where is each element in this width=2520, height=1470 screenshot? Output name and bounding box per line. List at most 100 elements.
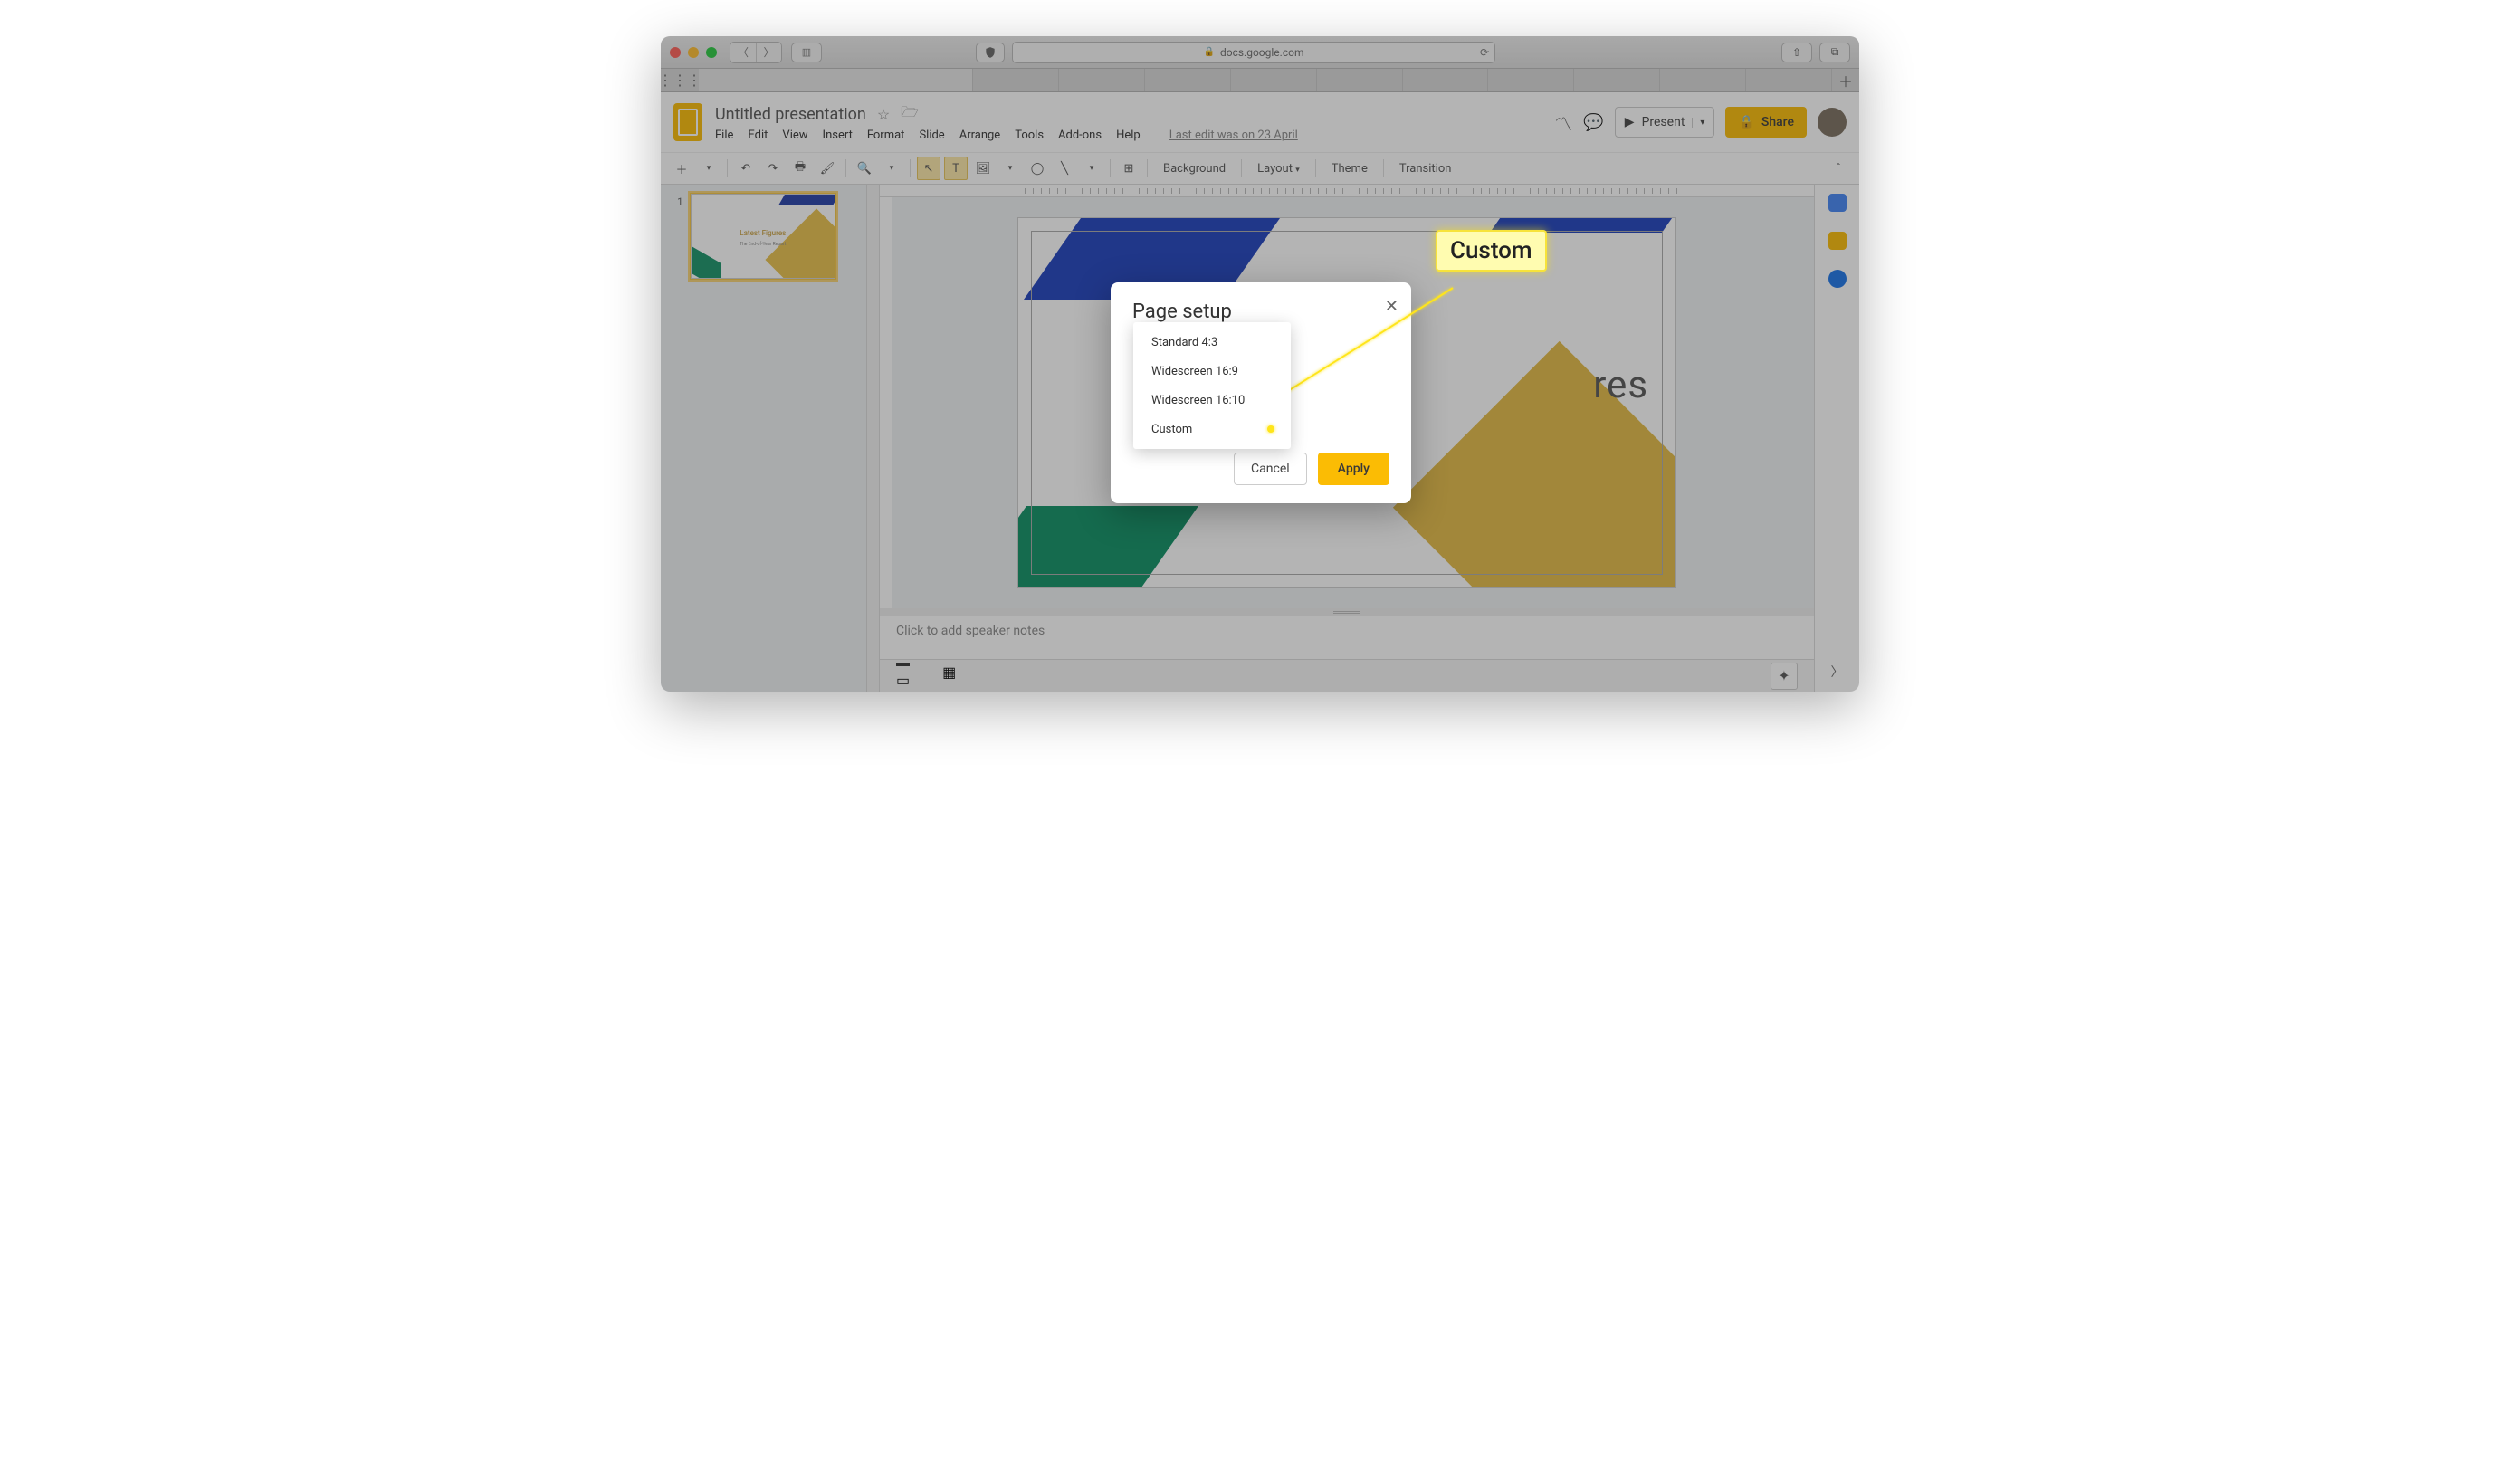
tasks-icon[interactable] [1828,270,1847,288]
toolbar: ＋ ▾ ↶ ↷ 🖶 🖌 🔍 ▾ ↖ T 🖼 ▾ ◯ ╲ ▾ ⊞ Backgrou… [661,152,1859,185]
window-controls [670,47,717,58]
speaker-notes[interactable]: Click to add speaker notes [880,616,1814,659]
browser-tab[interactable] [1488,69,1574,91]
star-icon[interactable]: ☆ [877,106,890,123]
line-tool[interactable]: ╲ [1053,157,1076,180]
browser-tab[interactable] [1403,69,1489,91]
annotation-callout: Custom [1436,230,1547,272]
back-button[interactable]: 〈 [730,43,756,62]
slide-thumbnail[interactable]: Latest Figures The End-of-Year Report [691,194,835,279]
background-button[interactable]: Background [1154,162,1235,176]
undo-button[interactable]: ↶ [734,157,758,180]
keep-icon[interactable] [1828,232,1847,250]
select-tool[interactable]: ↖ [917,157,940,180]
option-widescreen-16-9[interactable]: Widescreen 16:9 [1133,357,1291,386]
thumb-subtitle: The End-of-Year Report [692,242,835,247]
slide-thumb-row[interactable]: 1 Latest Figures The End-of-Year Report [677,194,866,279]
new-tab-button[interactable]: ＋ [1832,69,1859,91]
activity-icon[interactable]: 〽 [1554,110,1572,136]
document-title[interactable]: Untitled presentation [715,105,866,124]
separator [845,159,846,177]
close-icon[interactable]: ✕ [1385,297,1398,316]
grid-view-button[interactable]: ▦ [942,663,956,689]
option-label: Widescreen 16:9 [1151,365,1238,378]
browser-tab[interactable] [973,69,1059,91]
image-menu-icon[interactable]: ▾ [998,157,1022,180]
browser-tab[interactable] [1145,69,1231,91]
filmstrip-view-button[interactable]: ▭ [896,663,910,689]
account-avatar[interactable] [1818,108,1847,137]
vertical-ruler [880,197,892,608]
browser-tab[interactable] [1231,69,1317,91]
menu-file[interactable]: File [715,129,733,142]
shape-tool[interactable]: ◯ [1026,157,1049,180]
collapse-toolbar-icon[interactable]: ˆ [1827,157,1850,180]
reload-icon[interactable]: ⟳ [1480,46,1489,59]
image-tool[interactable]: 🖼 [971,157,995,180]
add-comment-button[interactable]: ⊞ [1117,157,1141,180]
explore-button[interactable]: ✦ [1771,663,1798,690]
layout-button[interactable]: Layout ▾ [1248,162,1309,176]
forward-button[interactable]: 〉 [756,43,781,62]
browser-tab[interactable] [1059,69,1145,91]
last-edit-link[interactable]: Last edit was on 23 April [1169,129,1298,142]
browser-tab-active[interactable] [699,69,973,91]
browser-tab[interactable] [1660,69,1746,91]
nav-arrows: 〈 〉 [730,42,782,63]
separator [727,159,728,177]
side-panel-toggle[interactable]: 〉 [1831,663,1844,681]
thumb-title: Latest Figures [692,229,835,237]
privacy-report-button[interactable] [976,43,1005,62]
menu-view[interactable]: View [782,129,807,142]
zoom-menu-icon[interactable]: ▾ [880,157,903,180]
tabs-overview-button[interactable]: ⧉ [1819,43,1850,62]
minimize-window-icon[interactable] [688,47,699,58]
browser-tab[interactable] [1746,69,1832,91]
new-slide-button[interactable]: ＋ [670,157,693,180]
print-button[interactable]: 🖶 [788,157,812,180]
apply-button[interactable]: Apply [1318,453,1389,485]
menu-format[interactable]: Format [867,129,905,142]
theme-button[interactable]: Theme [1322,162,1377,176]
option-custom[interactable]: Custom [1133,415,1291,444]
menu-insert[interactable]: Insert [823,129,853,142]
browser-tab[interactable] [1574,69,1660,91]
slides-logo-icon[interactable] [673,103,702,141]
zoom-button[interactable]: 🔍 [853,157,876,180]
maximize-window-icon[interactable] [706,47,717,58]
menu-help[interactable]: Help [1116,129,1141,142]
close-window-icon[interactable] [670,47,681,58]
notes-placeholder: Click to add speaker notes [896,624,1045,638]
cancel-button[interactable]: Cancel [1234,453,1307,485]
share-browser-button[interactable]: ⇧ [1781,43,1812,62]
menu-tools[interactable]: Tools [1015,129,1044,142]
textbox-tool[interactable]: T [944,157,968,180]
menu-arrange[interactable]: Arrange [959,129,1000,142]
thumbs-scrollbar[interactable] [867,185,880,692]
paint-format-button[interactable]: 🖌 [816,157,839,180]
splitter-handle[interactable] [880,608,1814,616]
share-button[interactable]: 🔒 Share [1725,107,1807,138]
option-standard-4-3[interactable]: Standard 4:3 [1133,328,1291,357]
menu-edit[interactable]: Edit [748,129,768,142]
present-button[interactable]: ▶ Present ▾ [1615,107,1715,138]
new-slide-menu-icon[interactable]: ▾ [697,157,721,180]
move-folder-icon[interactable]: 🗁 [901,102,919,127]
comments-icon[interactable]: 💬 [1583,113,1603,132]
present-options-icon[interactable]: ▾ [1692,118,1704,128]
browser-tab[interactable] [1317,69,1403,91]
separator [1147,159,1148,177]
option-widescreen-16-10[interactable]: Widescreen 16:10 [1133,386,1291,415]
transition-button[interactable]: Transition [1390,162,1461,176]
decor [778,194,835,205]
address-bar[interactable]: 🔒 docs.google.com ⟳ [1012,42,1495,63]
google-apps-icon[interactable]: ⋮⋮⋮ [661,69,699,91]
redo-button[interactable]: ↷ [761,157,785,180]
menu-slide[interactable]: Slide [919,129,944,142]
sidebar-toggle[interactable]: ▥ [791,43,822,62]
calendar-icon[interactable] [1828,194,1847,212]
side-panel: 〉 [1814,185,1859,692]
separator [1315,159,1316,177]
line-menu-icon[interactable]: ▾ [1080,157,1103,180]
menu-addons[interactable]: Add-ons [1058,129,1102,142]
